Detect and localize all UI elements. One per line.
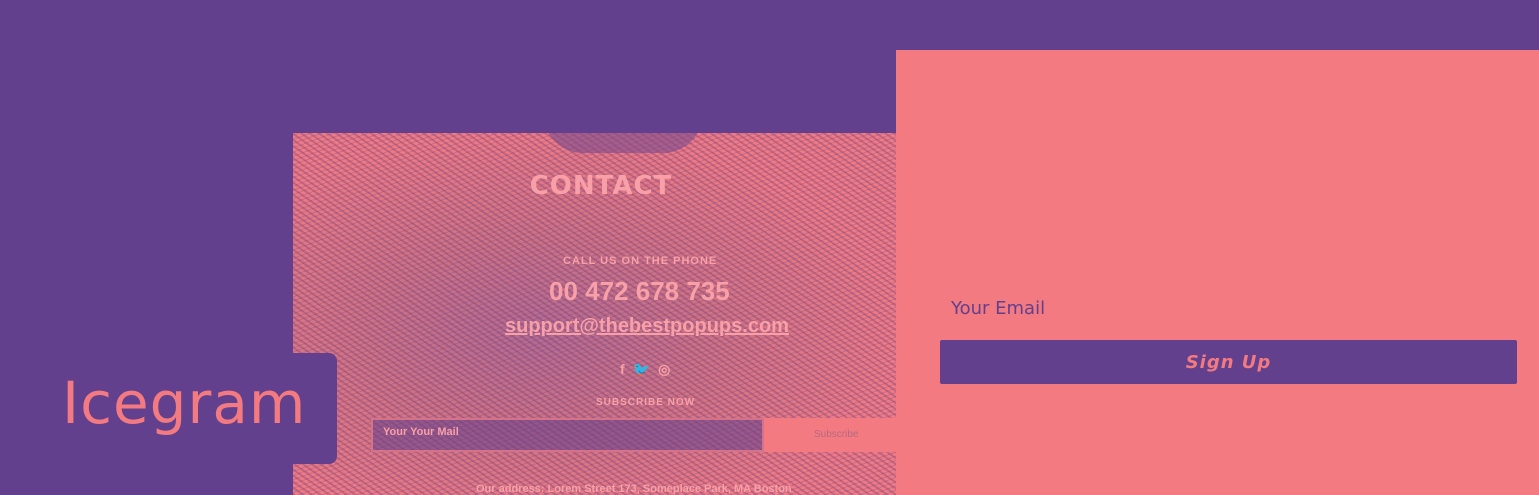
contact-address: Our address: Lorem Street 173, Someplace… [476,483,792,495]
decorative-shape [543,133,703,153]
contact-title: CONTACT [529,171,673,201]
contact-email-link[interactable]: support@thebestpopups.com [505,315,789,338]
sign-up-button[interactable]: Sign Up [940,340,1517,384]
mini-subscribe-form: Your Your Mail Subscribe [371,418,896,452]
twitter-icon[interactable]: 🐦 [633,361,650,378]
instagram-icon[interactable]: ◎ [658,361,670,378]
icegram-logo: Icegram [62,369,307,437]
social-icons: f 🐦 ◎ [620,361,670,378]
subscribe-label: SUBSCRIBE NOW [596,397,696,408]
mini-email-input[interactable]: Your Your Mail [371,418,764,452]
mini-subscribe-button[interactable]: Subscribe [764,418,896,452]
contact-subtitle: CALL US ON THE PHONE [563,255,718,267]
facebook-icon[interactable]: f [620,361,625,378]
email-input[interactable] [940,288,1516,328]
contact-popup-preview: CONTACT CALL US ON THE PHONE 00 472 678 … [293,133,896,495]
signup-panel: Sign Up [896,50,1539,495]
contact-phone: 00 472 678 735 [549,276,730,306]
logo-badge: Icegram [0,353,337,464]
